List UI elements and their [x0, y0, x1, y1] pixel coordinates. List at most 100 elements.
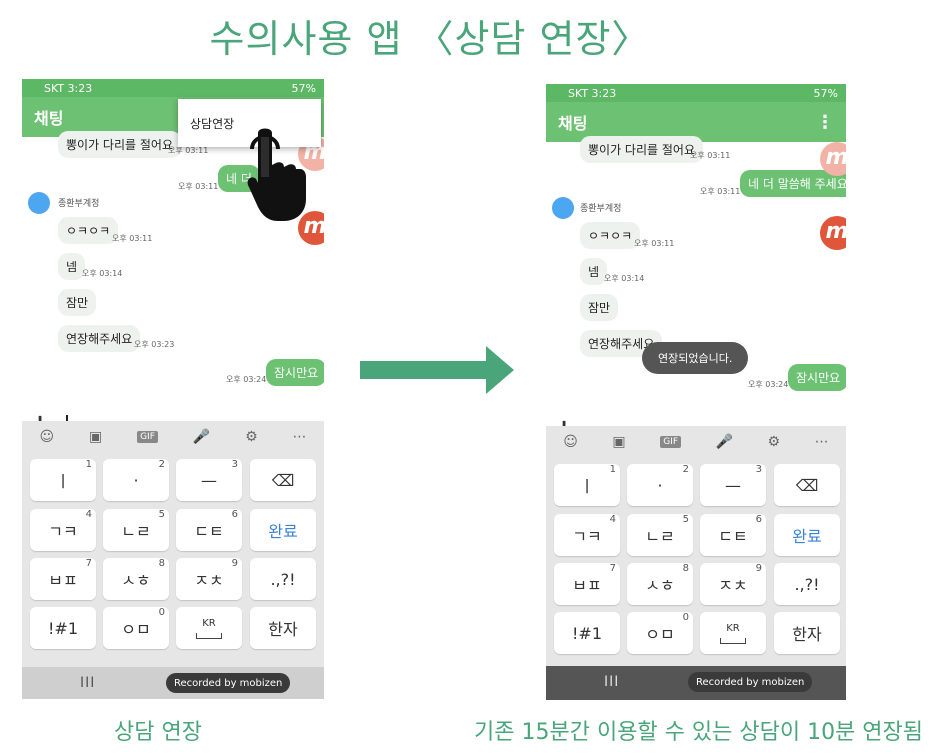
- key-label: ㄷㅌ: [718, 527, 748, 546]
- menu-item-extend[interactable]: 상담연장: [190, 117, 234, 131]
- key-12[interactable]: .,?!: [774, 563, 840, 605]
- key-number: 6: [755, 514, 762, 525]
- message-bubble: 연장해주세요: [58, 325, 141, 352]
- message-bubble: 뽕이가 다리를 절어요: [580, 136, 703, 163]
- toast-extended: 연장되었습니다.: [642, 342, 749, 374]
- key-1[interactable]: ㅣ1: [554, 464, 620, 506]
- key-11[interactable]: ㅈㅊ 9: [176, 558, 242, 600]
- mic-icon[interactable]: 🎤: [716, 434, 733, 450]
- arrow-right-icon: [360, 346, 514, 394]
- message-bubble: ㅇㅋㅇㅋ: [58, 217, 119, 244]
- gear-icon[interactable]: ⚙: [245, 429, 258, 445]
- key-8[interactable]: 완료: [774, 514, 840, 556]
- key-label: .,?!: [270, 569, 296, 589]
- key-13[interactable]: !#1: [554, 612, 620, 654]
- key-number: 4: [85, 509, 92, 520]
- key-number: 4: [609, 514, 616, 525]
- key-label: ㅅㅎ: [645, 576, 675, 595]
- status-right: 57%: [291, 81, 316, 95]
- key-12[interactable]: .,?!: [250, 558, 316, 600]
- key-label: !#1: [572, 623, 602, 643]
- key-2[interactable]: · 2: [103, 459, 169, 501]
- key-number: 7: [609, 563, 616, 574]
- key-number: 5: [682, 514, 689, 525]
- more-icon[interactable]: ⋯: [815, 434, 829, 450]
- recent-apps-icon[interactable]: III: [80, 675, 95, 691]
- key-label: ⌫: [271, 470, 295, 490]
- consult-logo-icon: m: [820, 216, 846, 250]
- key-15[interactable]: KR: [176, 607, 242, 649]
- emoji-icon[interactable]: ☺: [39, 429, 54, 445]
- key-number: 2: [158, 459, 165, 470]
- message-time: 오후 03:14: [604, 274, 645, 283]
- key-label: —: [725, 475, 741, 495]
- key-label: ㄴㄹ: [645, 527, 675, 546]
- key-4[interactable]: ⌫: [250, 459, 316, 501]
- message-bubble: 넴: [580, 258, 608, 285]
- avatar: [552, 197, 574, 219]
- key-number: 8: [158, 558, 165, 569]
- key-label: ⌫: [795, 475, 819, 495]
- key-6[interactable]: ㄴㄹ 5: [103, 509, 169, 551]
- gear-icon[interactable]: ⚙: [768, 434, 781, 450]
- key-10[interactable]: ㅅㅎ 8: [627, 563, 693, 605]
- key-5[interactable]: ㄱㅋ 4: [554, 514, 620, 556]
- nav-bar: III Recorded by mobizen: [22, 667, 324, 699]
- gif-icon[interactable]: GIF: [660, 436, 682, 448]
- message-time: 오후 03:11: [178, 182, 219, 191]
- space-icon: [196, 632, 222, 639]
- sticker-icon[interactable]: ▣: [612, 434, 625, 450]
- emoji-icon[interactable]: ☺: [563, 434, 578, 450]
- tap-hand-icon: [247, 128, 306, 221]
- key-1[interactable]: ㅣ1: [30, 459, 96, 501]
- message-time: 오후 03:11: [690, 151, 731, 160]
- key-3[interactable]: —3: [700, 464, 766, 506]
- mic-icon[interactable]: 🎤: [193, 429, 210, 445]
- gif-icon[interactable]: GIF: [137, 431, 158, 443]
- key-label: ㅇㅁ: [645, 625, 675, 644]
- phone-screen-after: SKT 3:23 57% 채팅 ⋮ 뽕이가 다리를 절어요 오후 03:11 오…: [546, 84, 846, 700]
- key-label: ㅣ: [579, 477, 595, 496]
- key-13[interactable]: !#1: [30, 607, 96, 649]
- app-bar-title: 채팅: [558, 114, 588, 133]
- key-6[interactable]: ㄴㄹ 5: [627, 514, 693, 556]
- key-8[interactable]: 완료: [250, 509, 316, 551]
- key-label: —: [201, 470, 217, 490]
- key-2[interactable]: · 2: [627, 464, 693, 506]
- key-7[interactable]: ㄷㅌ 6: [176, 509, 242, 551]
- key-3[interactable]: —3: [176, 459, 242, 501]
- key-label: KR: [726, 622, 740, 634]
- key-16[interactable]: 한자: [774, 612, 840, 654]
- message-bubble-out: 잠시만요: [788, 364, 846, 391]
- key-16[interactable]: 한자: [250, 607, 316, 649]
- recent-apps-icon[interactable]: III: [604, 674, 619, 690]
- key-7[interactable]: ㄷㅌ 6: [700, 514, 766, 556]
- message-time: 오후 03:11: [112, 234, 153, 243]
- key-5[interactable]: ㄱㅋ 4: [30, 509, 96, 551]
- message-bubble: 뽕이가 다리를 절어요: [58, 131, 181, 158]
- space-icon: [720, 637, 746, 644]
- message-time: 오후 03:11: [700, 187, 741, 196]
- key-label: !#1: [48, 618, 78, 638]
- key-label: ㅅㅎ: [121, 571, 151, 590]
- key-9[interactable]: ㅂㅍ 7: [554, 563, 620, 605]
- more-icon[interactable]: ⋯: [293, 429, 307, 445]
- key-label: 완료: [792, 527, 822, 546]
- sender-name: 종환부계정: [580, 204, 622, 214]
- message-time: 오후 03:24: [748, 380, 789, 389]
- key-10[interactable]: ㅅㅎ 8: [103, 558, 169, 600]
- recorder-watermark: Recorded by mobizen: [688, 672, 813, 692]
- key-11[interactable]: ㅈㅊ 9: [700, 563, 766, 605]
- key-number: 7: [85, 558, 92, 569]
- sticker-icon[interactable]: ▣: [89, 429, 102, 445]
- key-4[interactable]: ⌫: [774, 464, 840, 506]
- key-label: ㄱㅋ: [572, 527, 602, 546]
- key-label: 완료: [268, 522, 298, 541]
- key-14[interactable]: ㅇㅁ 0: [103, 607, 169, 649]
- kebab-menu-icon[interactable]: ⋮: [816, 112, 834, 133]
- key-14[interactable]: ㅇㅁ 0: [627, 612, 693, 654]
- key-15[interactable]: KR: [700, 612, 766, 654]
- key-9[interactable]: ㅂㅍ 7: [30, 558, 96, 600]
- key-number: 0: [682, 612, 689, 623]
- key-number: 5: [158, 509, 165, 520]
